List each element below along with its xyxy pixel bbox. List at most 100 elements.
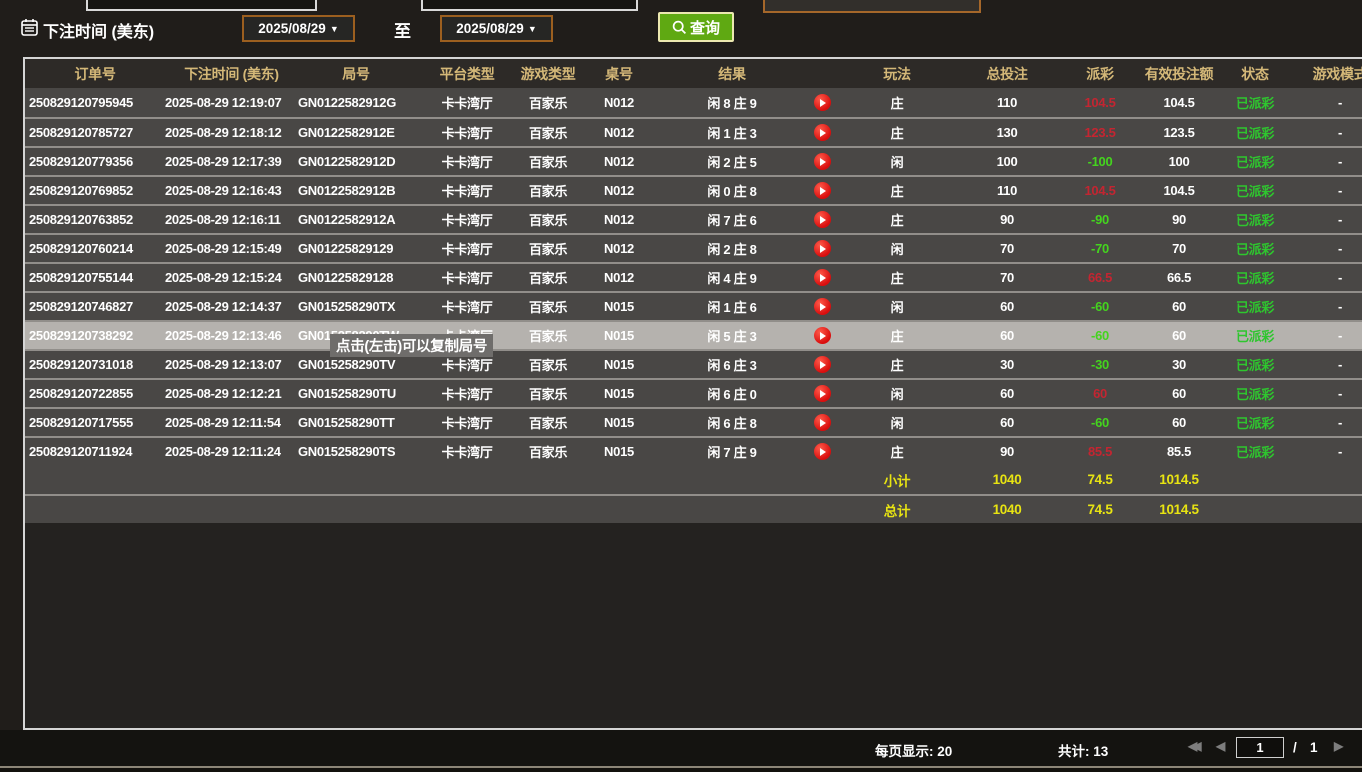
- total-row: 总计 1040 74.5 1014.5: [25, 494, 1362, 523]
- date-to-picker[interactable]: 2025/08/29 ▼: [440, 15, 553, 42]
- order-number-cell: 250829120755144: [25, 264, 165, 291]
- result-cell: 闲 2 庄 8: [662, 235, 802, 262]
- round-number-cell[interactable]: GN0122582912B: [298, 177, 414, 204]
- play-type-cell: 闲: [842, 235, 952, 262]
- subtotal-label: 小计: [842, 465, 952, 494]
- replay-play-icon[interactable]: [814, 211, 831, 228]
- table-row[interactable]: 250829120731018 2025-08-29 12:13:07 GN01…: [25, 349, 1362, 378]
- table-row[interactable]: 250829120738292 2025-08-29 12:13:46 GN01…: [25, 320, 1362, 349]
- game-type-cell: 百家乐: [520, 322, 576, 349]
- status-cell: 已派彩: [1220, 177, 1290, 204]
- order-number-cell: 250829120760214: [25, 235, 165, 262]
- replay-cell: [802, 206, 842, 233]
- table-row[interactable]: 250829120722855 2025-08-29 12:12:21 GN01…: [25, 378, 1362, 407]
- game-mode-cell: -: [1290, 293, 1362, 320]
- col-header-order: 订单号: [25, 59, 165, 88]
- result-cell: 闲 7 庄 9: [662, 438, 802, 465]
- prev-page-icon[interactable]: ◀: [1216, 739, 1225, 753]
- replay-play-icon[interactable]: [814, 356, 831, 373]
- valid-bet-cell: 60: [1138, 322, 1220, 349]
- payout-cell: -60: [1062, 409, 1138, 436]
- table-number-cell: N015: [576, 322, 662, 349]
- play-type-cell: 庄: [842, 322, 952, 349]
- play-type-cell: 庄: [842, 119, 952, 146]
- replay-play-icon[interactable]: [814, 414, 831, 431]
- chevron-down-icon: ▼: [330, 24, 339, 34]
- round-number-cell[interactable]: GN0122582912A: [298, 206, 414, 233]
- platform-cell: 卡卡湾厅: [414, 148, 520, 175]
- table-row[interactable]: 250829120795945 2025-08-29 12:19:07 GN01…: [25, 88, 1362, 117]
- round-number-cell[interactable]: GN015258290TS: [298, 438, 414, 465]
- replay-play-icon[interactable]: [814, 443, 831, 460]
- total-bet-cell: 130: [952, 119, 1062, 146]
- game-mode-cell: -: [1290, 177, 1362, 204]
- replay-play-icon[interactable]: [814, 385, 831, 402]
- replay-play-icon[interactable]: [814, 94, 831, 111]
- query-button[interactable]: 查询: [658, 12, 734, 42]
- round-number-cell[interactable]: GN01225829129: [298, 235, 414, 262]
- table-row[interactable]: 250829120760214 2025-08-29 12:15:49 GN01…: [25, 233, 1362, 262]
- table-row[interactable]: 250829120711924 2025-08-29 12:11:24 GN01…: [25, 436, 1362, 465]
- col-header-valid-bet: 有效投注额: [1138, 59, 1220, 88]
- table-row[interactable]: 250829120785727 2025-08-29 12:18:12 GN01…: [25, 117, 1362, 146]
- replay-cell: [802, 88, 842, 117]
- round-number-cell[interactable]: GN01225829128: [298, 264, 414, 291]
- table-row[interactable]: 250829120769852 2025-08-29 12:16:43 GN01…: [25, 175, 1362, 204]
- first-page-icon[interactable]: ◀◀: [1188, 739, 1196, 753]
- round-number-cell[interactable]: GN0122582912G: [298, 88, 414, 117]
- cutoff-input-left[interactable]: [86, 0, 317, 11]
- payout-cell: -90: [1062, 206, 1138, 233]
- table-row[interactable]: 250829120763852 2025-08-29 12:16:11 GN01…: [25, 204, 1362, 233]
- status-cell: 已派彩: [1220, 409, 1290, 436]
- col-header-status: 状态: [1220, 59, 1290, 88]
- status-cell: 已派彩: [1220, 235, 1290, 262]
- game-mode-cell: -: [1290, 380, 1362, 407]
- table-number-cell: N015: [576, 409, 662, 436]
- table-row[interactable]: 250829120746827 2025-08-29 12:14:37 GN01…: [25, 291, 1362, 320]
- replay-play-icon[interactable]: [814, 327, 831, 344]
- total-bet-cell: 70: [952, 235, 1062, 262]
- play-type-cell: 闲: [842, 409, 952, 436]
- game-type-cell: 百家乐: [520, 206, 576, 233]
- table-row[interactable]: 250829120755144 2025-08-29 12:15:24 GN01…: [25, 262, 1362, 291]
- round-number-cell[interactable]: GN015258290TX: [298, 293, 414, 320]
- query-button-label: 查询: [690, 17, 720, 38]
- result-cell: 闲 8 庄 9: [662, 88, 802, 117]
- result-cell: 闲 2 庄 5: [662, 148, 802, 175]
- valid-bet-cell: 60: [1138, 409, 1220, 436]
- round-number-cell[interactable]: GN0122582912D: [298, 148, 414, 175]
- game-type-cell: 百家乐: [520, 177, 576, 204]
- payout-cell: 85.5: [1062, 438, 1138, 465]
- play-type-cell: 庄: [842, 88, 952, 117]
- table-body: 250829120795945 2025-08-29 12:19:07 GN01…: [25, 88, 1362, 465]
- round-number-cell[interactable]: GN015258290TT: [298, 409, 414, 436]
- order-number-cell: 250829120738292: [25, 322, 165, 349]
- round-number-cell[interactable]: GN0122582912E: [298, 119, 414, 146]
- game-mode-cell: -: [1290, 438, 1362, 465]
- table-row[interactable]: 250829120779356 2025-08-29 12:17:39 GN01…: [25, 146, 1362, 175]
- replay-play-icon[interactable]: [814, 269, 831, 286]
- replay-play-icon[interactable]: [814, 153, 831, 170]
- replay-cell: [802, 293, 842, 320]
- valid-bet-cell: 104.5: [1138, 177, 1220, 204]
- page-number-input[interactable]: [1236, 737, 1284, 758]
- per-page-label: 每页显示: 20: [875, 740, 952, 760]
- result-cell: 闲 6 庄 8: [662, 409, 802, 436]
- table-row[interactable]: 250829120717555 2025-08-29 12:11:54 GN01…: [25, 407, 1362, 436]
- round-number-cell[interactable]: GN015258290TU: [298, 380, 414, 407]
- next-page-icon[interactable]: ▶: [1334, 739, 1343, 753]
- replay-play-icon[interactable]: [814, 240, 831, 257]
- replay-play-icon[interactable]: [814, 124, 831, 141]
- total-bet-cell: 90: [952, 438, 1062, 465]
- col-header-time: 下注时间 (美东): [165, 59, 298, 88]
- game-mode-cell: -: [1290, 351, 1362, 378]
- play-type-cell: 庄: [842, 177, 952, 204]
- payout-cell: -60: [1062, 322, 1138, 349]
- bet-time-cell: 2025-08-29 12:19:07: [165, 88, 298, 117]
- status-cell: 已派彩: [1220, 293, 1290, 320]
- cutoff-input-middle[interactable]: [421, 0, 638, 11]
- replay-play-icon[interactable]: [814, 298, 831, 315]
- date-from-picker[interactable]: 2025/08/29 ▼: [242, 15, 355, 42]
- replay-play-icon[interactable]: [814, 182, 831, 199]
- pagination-bar: 每页显示: 20 共计: 13 ◀◀ ◀ / 1 ▶: [0, 730, 1362, 766]
